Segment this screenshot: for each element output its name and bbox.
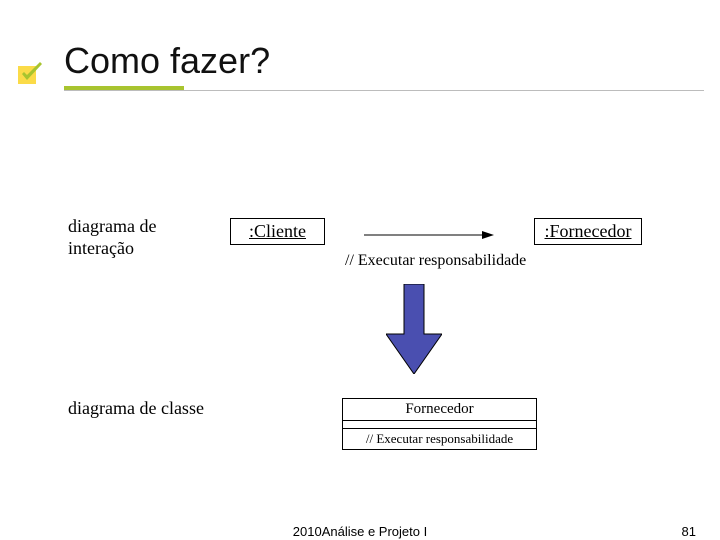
- class-operation: // Executar responsabilidade: [343, 429, 536, 449]
- label-interaction-diagram: diagrama de interação: [68, 216, 208, 259]
- class-box-fornecedor: Fornecedor // Executar responsabilidade: [342, 398, 537, 450]
- footer-center-text: 2010Análise e Projeto I: [0, 524, 720, 539]
- slide-bullet-icon: [16, 60, 44, 88]
- slide-title: Como fazer?: [64, 40, 270, 82]
- message-arrow-icon: [364, 228, 494, 242]
- class-attributes-empty: [343, 421, 536, 429]
- footer-page-number: 81: [682, 524, 696, 539]
- transform-arrow-icon: [386, 284, 442, 374]
- class-name: Fornecedor: [343, 399, 536, 421]
- object-box-fornecedor: :Fornecedor: [534, 218, 642, 245]
- label-class-diagram: diagrama de classe: [68, 398, 208, 420]
- title-underline: [64, 86, 704, 90]
- object-box-cliente: :Cliente: [230, 218, 325, 245]
- message-label: // Executar responsabilidade: [345, 252, 526, 270]
